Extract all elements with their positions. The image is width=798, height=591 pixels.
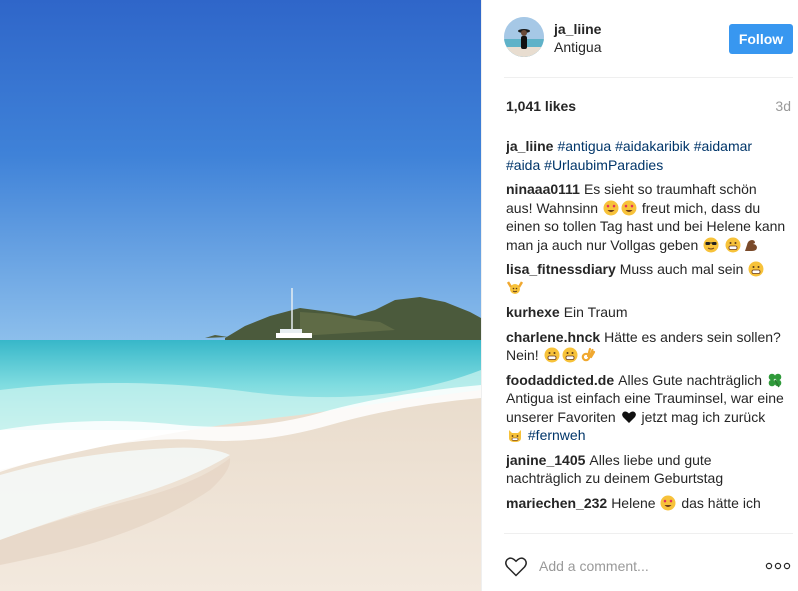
hashtag[interactable]: #aida: [506, 157, 540, 173]
person-raising-hands-emoji-icon: [507, 280, 523, 294]
more-options-icon[interactable]: [765, 560, 791, 572]
hashtag[interactable]: #aidakaribik: [615, 138, 690, 154]
list-item: foodaddicted.de Alles Gute nachträglich A…: [506, 371, 786, 445]
follow-button[interactable]: Follow: [729, 24, 793, 54]
list-item: kurhexe Ein Traum: [506, 303, 786, 322]
comment-username[interactable]: janine_1405: [506, 452, 585, 468]
comment-list: ja_liine #antigua #aidakaribik #aidamar #…: [506, 137, 786, 530]
caption-username[interactable]: ja_liine: [506, 138, 553, 154]
grin-emoji-icon: [562, 347, 578, 363]
grin-emoji-icon: [544, 347, 560, 363]
post-photo[interactable]: [0, 0, 481, 591]
comment-text: Ein Traum: [563, 304, 628, 320]
grin-emoji-icon: [748, 261, 764, 277]
hashtag[interactable]: #antigua: [557, 138, 611, 154]
list-item: lisa_fitnessdiary Muss auch mal sein: [506, 260, 786, 297]
comment-username[interactable]: ninaaa0111: [506, 181, 580, 197]
black-heart-icon: [621, 411, 636, 423]
heart-eyes-emoji-icon: [603, 200, 619, 215]
heart-icon[interactable]: [504, 555, 528, 577]
heart-eyes-emoji-icon: [660, 495, 676, 510]
grin-emoji-icon: [725, 237, 741, 252]
comment-username[interactable]: charlene.hnck: [506, 329, 600, 345]
post-side-panel: ja_liine Antigua Follow 1,041 likes 3d j…: [481, 0, 798, 591]
divider: [504, 77, 793, 78]
post-view: ja_liine Antigua Follow 1,041 likes 3d j…: [0, 0, 798, 591]
location-link[interactable]: Antigua: [554, 39, 601, 55]
post-header: ja_liine Antigua Follow: [504, 17, 794, 61]
comment-username[interactable]: foodaddicted.de: [506, 372, 614, 388]
heart-eyes-emoji-icon: [621, 200, 637, 215]
hashtag[interactable]: #fernweh: [528, 427, 586, 443]
list-item: mariechen_232 Helene das hätte ich: [506, 494, 786, 513]
list-item: charlene.hnck Hätte es anders sein sollen…: [506, 328, 786, 365]
list-item: janine_1405 Alles liebe und gute nachträg…: [506, 451, 786, 488]
post-age[interactable]: 3d: [775, 98, 791, 114]
comment-username[interactable]: lisa_fitnessdiary: [506, 261, 616, 277]
ok-hand-emoji-icon: [581, 347, 595, 362]
divider: [504, 533, 793, 534]
four-leaf-clover-icon: [768, 373, 782, 387]
username[interactable]: ja_liine: [554, 21, 601, 37]
avatar[interactable]: [504, 17, 544, 57]
comment-text: das hätte ich: [681, 494, 761, 511]
likes-count[interactable]: 1,041 likes: [506, 98, 576, 114]
comment-username[interactable]: kurhexe: [506, 304, 560, 320]
hashtag[interactable]: #UrlaubimParadies: [544, 157, 663, 173]
flexed-biceps-emoji-icon: [745, 239, 758, 251]
comment-username[interactable]: mariechen_232: [506, 495, 607, 511]
comment-text: Helene: [611, 494, 656, 511]
comment-text: jetzt mag ich zurück: [641, 408, 766, 425]
hashtag[interactable]: #aidamar: [694, 138, 752, 154]
list-item: ninaaa0111 Es sieht so traumhaft schön au…: [506, 180, 786, 254]
grinning-cat-emoji-icon: [509, 430, 521, 442]
comment-text: Alles Gute nachträglich: [618, 371, 763, 388]
comment-text: Muss auch mal sein: [619, 261, 744, 277]
comment-input[interactable]: [539, 555, 739, 577]
caption: ja_liine #antigua #aidakaribik #aidamar #…: [506, 137, 786, 174]
sunglasses-emoji-icon: [703, 237, 719, 252]
